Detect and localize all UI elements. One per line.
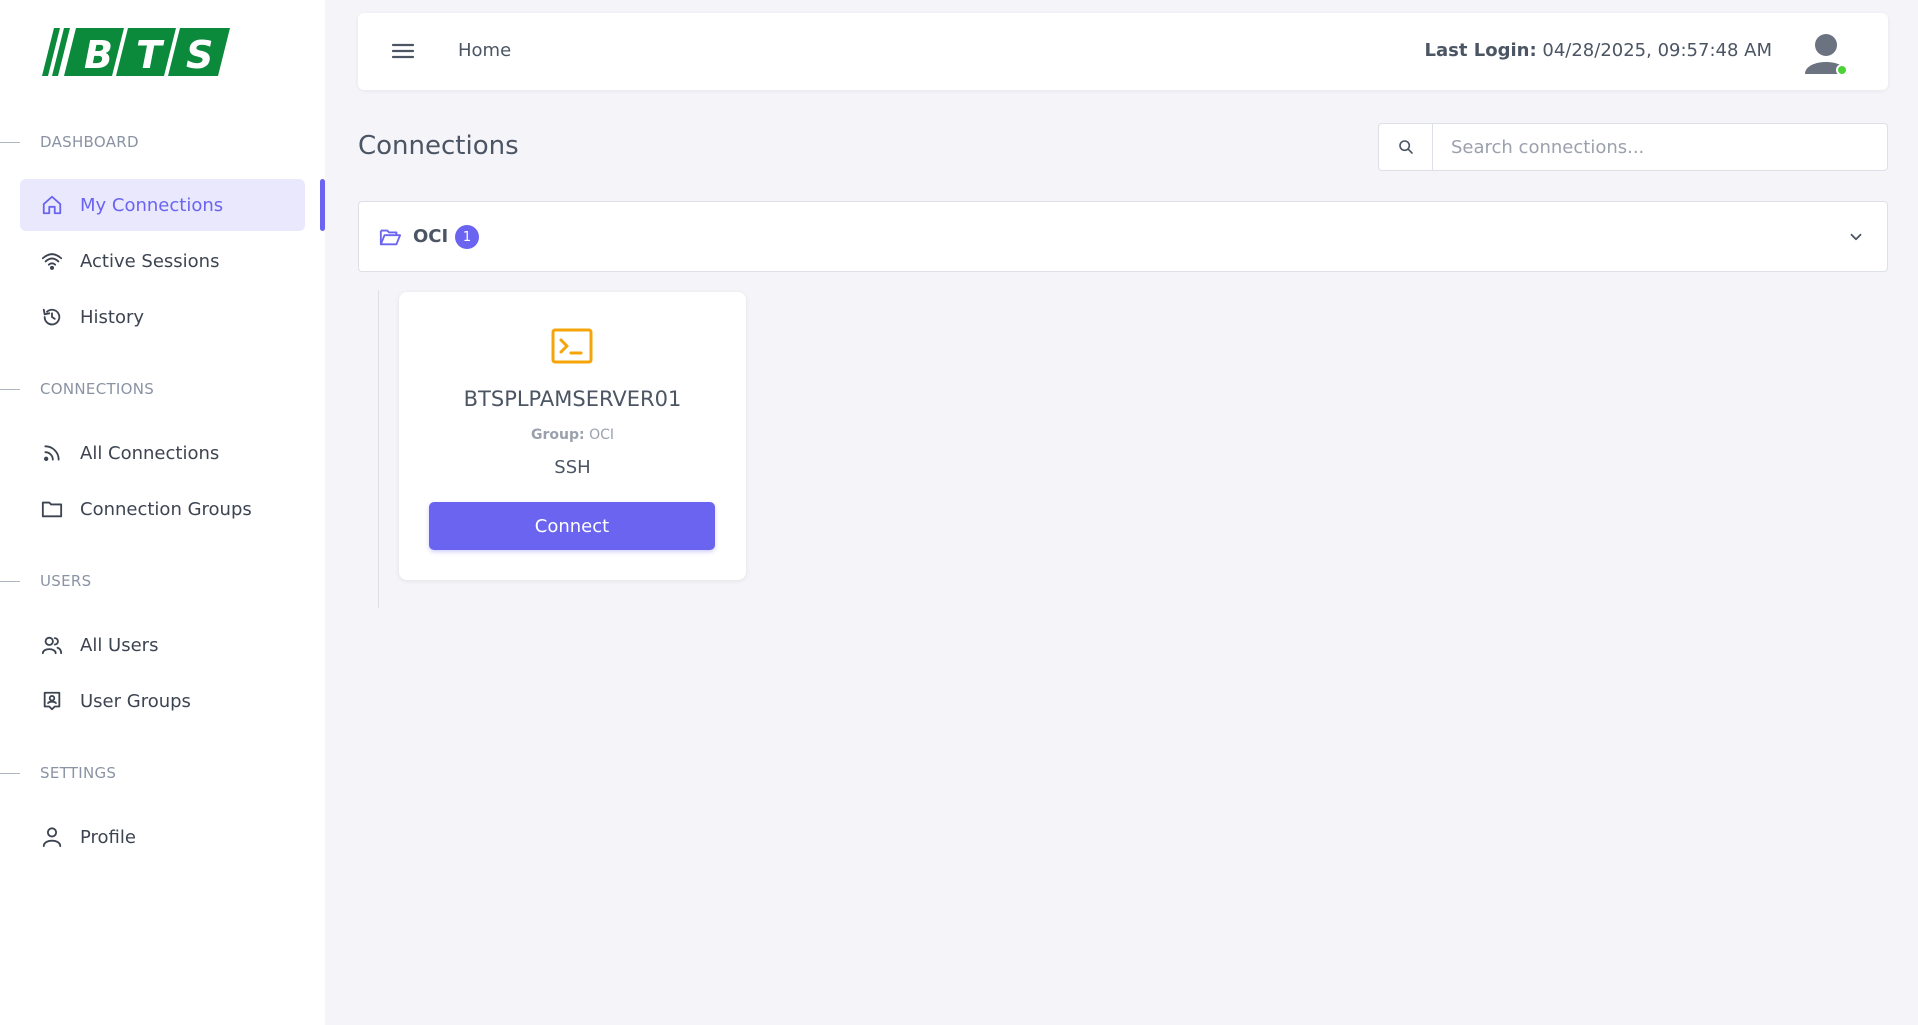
group-count-badge: 1 (455, 225, 479, 249)
sidebar-item-all-connections[interactable]: All Connections (20, 427, 305, 479)
bts-logo[interactable]: B T S (40, 24, 232, 80)
top-header: Home Last Login: 04/28/2025, 09:57:48 AM (358, 13, 1888, 90)
connection-group: Group: OCI (531, 427, 614, 443)
home-icon (40, 193, 64, 217)
online-status-dot (1836, 64, 1848, 76)
folder-open-icon (379, 226, 401, 248)
sidebar-item-active-sessions[interactable]: Active Sessions (20, 235, 305, 287)
terminal-icon (551, 328, 593, 364)
search-box (1378, 123, 1888, 171)
connection-protocol: SSH (554, 457, 591, 478)
sidebar-item-connection-groups[interactable]: Connection Groups (20, 483, 305, 535)
page-title: Connections (358, 131, 519, 161)
search-input[interactable] (1433, 124, 1887, 170)
hamburger-menu-icon[interactable] (390, 39, 416, 63)
group-name: OCI (413, 226, 449, 247)
search-icon (1379, 124, 1433, 170)
svg-text:S: S (186, 33, 213, 77)
avatar[interactable] (1802, 30, 1850, 78)
last-login: Last Login: 04/28/2025, 09:57:48 AM (1424, 40, 1772, 61)
breadcrumb-home[interactable]: Home (458, 40, 511, 61)
connection-name: BTSPLPAMSERVER01 (463, 387, 682, 411)
history-icon (40, 305, 64, 329)
tree-connector-line (378, 290, 379, 608)
wifi-icon (40, 249, 64, 273)
chevron-down-icon[interactable] (1847, 228, 1865, 246)
sidebar-item-profile[interactable]: Profile (20, 811, 305, 863)
sidebar-item-my-connections[interactable]: My Connections (20, 179, 305, 231)
sidebar-item-user-groups[interactable]: User Groups (20, 675, 305, 727)
active-indicator (320, 179, 325, 231)
section-settings: SETTINGS (0, 763, 116, 783)
user-group-icon (40, 689, 64, 713)
sidebar-item-history[interactable]: History (20, 291, 305, 343)
section-users: USERS (0, 571, 91, 591)
group-header-oci[interactable]: OCI 1 (358, 201, 1888, 272)
sidebar: B T S DASHBOARD My Connections Active Se… (0, 0, 325, 1025)
folder-icon (40, 497, 64, 521)
section-dashboard: DASHBOARD (0, 132, 139, 152)
user-icon (40, 825, 64, 849)
users-icon (40, 633, 64, 657)
svg-text:T: T (136, 33, 165, 77)
section-connections: CONNECTIONS (0, 379, 154, 399)
sidebar-item-all-users[interactable]: All Users (20, 619, 305, 671)
svg-text:B: B (84, 33, 113, 77)
rss-icon (40, 441, 64, 465)
connect-button[interactable]: Connect (429, 502, 715, 550)
connection-card: BTSPLPAMSERVER01 Group: OCI SSH Connect (399, 292, 746, 580)
